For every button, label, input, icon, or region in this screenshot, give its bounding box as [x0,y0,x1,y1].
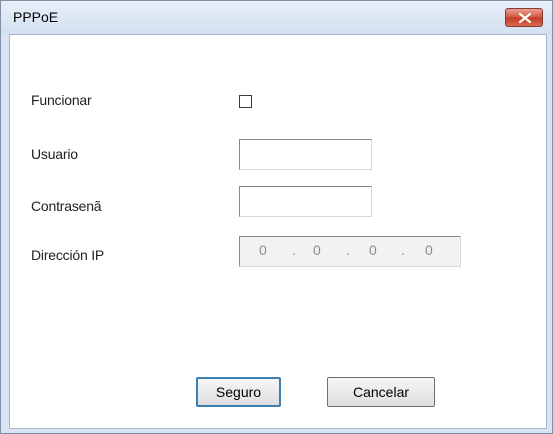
user-input[interactable] [239,139,372,170]
ip-octet-3[interactable]: 0 [369,242,377,258]
ip-octet-2[interactable]: 0 [313,242,321,258]
ok-button[interactable]: Seguro [196,377,281,407]
window-title: PPPoE [13,9,59,25]
title-bar[interactable]: PPPoE [1,1,552,34]
ip-octet-1[interactable]: 0 [259,242,267,258]
enable-label: Funcionar [31,92,92,108]
ip-dot-1: . [292,242,296,258]
user-label: Usuario [31,146,78,162]
dialog-body: Funcionar Usuario Contrasenã Dirección I… [9,34,547,429]
close-button[interactable] [505,8,543,27]
ip-address-field[interactable]: 0 . 0 . 0 . 0 [239,236,461,267]
pppoe-dialog: PPPoE Funcionar Usuario Contrasenã Direc… [0,0,553,434]
close-icon [519,13,531,23]
password-label: Contrasenã [31,198,102,214]
cancel-button[interactable]: Cancelar [327,377,435,407]
password-input[interactable] [239,186,372,217]
ip-dot-2: . [346,242,350,258]
ip-dot-3: . [401,242,405,258]
enable-checkbox[interactable] [239,95,252,108]
ip-label: Dirección IP [31,247,105,263]
ip-octet-4[interactable]: 0 [425,242,433,258]
